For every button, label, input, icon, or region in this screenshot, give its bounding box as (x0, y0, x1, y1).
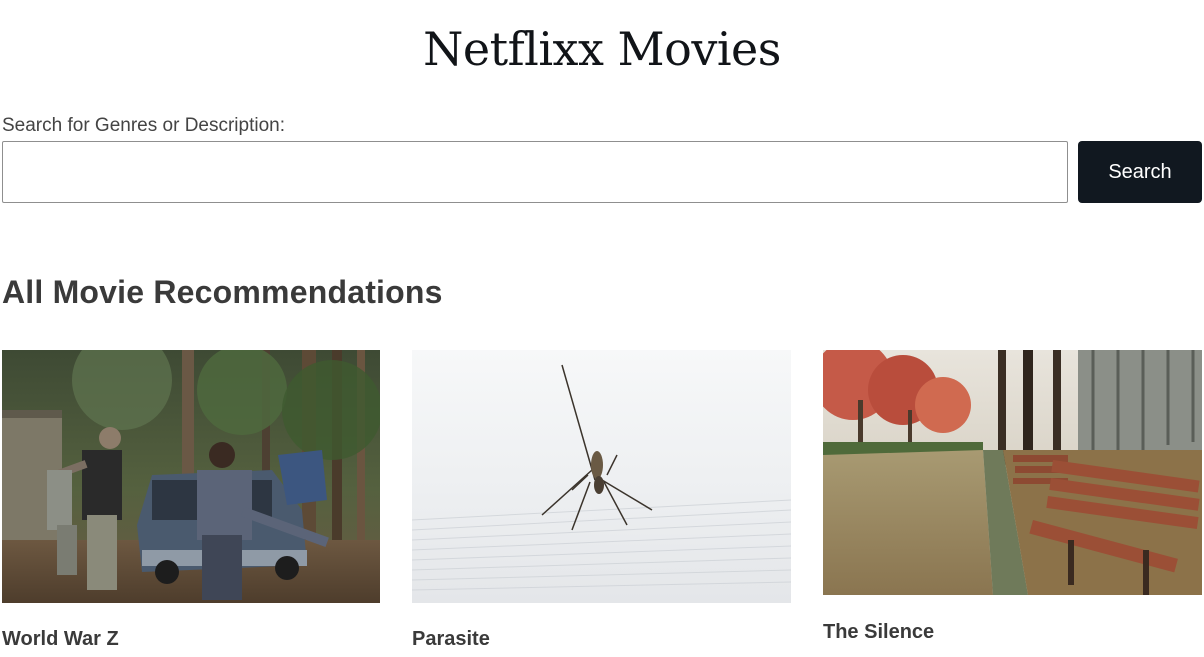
page-title: Netflixx Movies (423, 22, 781, 76)
movie-poster-image[interactable] (2, 350, 380, 603)
movie-poster-image[interactable] (412, 350, 791, 603)
search-button[interactable]: Search (1078, 141, 1202, 203)
movie-poster-image[interactable] (823, 350, 1202, 595)
park-bench-photo (823, 350, 1202, 595)
search-input[interactable] (2, 141, 1068, 203)
section-heading: All Movie Recommendations (2, 274, 443, 310)
movie-card[interactable]: The Silence (823, 350, 1202, 643)
mosquito-photo (412, 350, 791, 603)
movie-card[interactable]: World War Z (2, 350, 380, 650)
movie-card[interactable]: Parasite (412, 350, 791, 650)
search-label: Search for Genres or Description: (2, 115, 286, 136)
movie-title[interactable]: The Silence (823, 621, 934, 644)
movie-title[interactable]: World War Z (2, 628, 119, 651)
movie-title[interactable]: Parasite (412, 628, 490, 651)
zombies-forest-photo (2, 350, 380, 603)
